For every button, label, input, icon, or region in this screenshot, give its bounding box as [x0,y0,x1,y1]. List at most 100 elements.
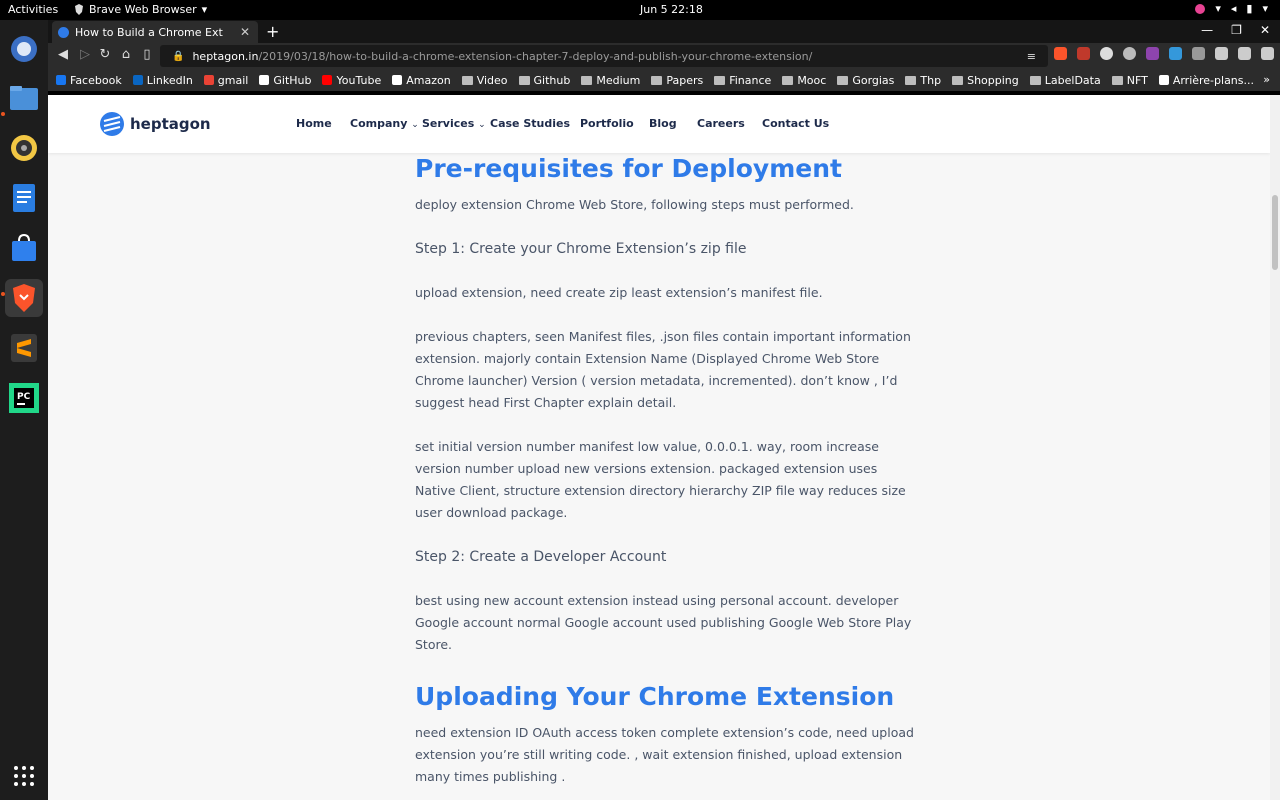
dock-rhythmbox[interactable] [5,129,43,167]
folder-icon [782,75,794,85]
maximize-button[interactable]: ❐ [1231,23,1242,37]
sidebar-icon[interactable] [1238,47,1251,60]
bookmarks-bar: Facebook LinkedIn gmail GitHub YouTube Amazon… [48,69,1280,91]
bookmark-label: LinkedIn [146,73,193,87]
nav-case-studies[interactable]: Case Studies [490,117,570,130]
favicon-icon [1158,75,1169,85]
bookmark-gorgias[interactable]: Gorgias [837,74,894,87]
nav-home[interactable]: Home [296,117,332,130]
dock-files[interactable] [5,79,43,117]
bookmark-label: Papers [666,73,704,87]
volume-icon: ◂ [1230,2,1237,15]
playlist-icon[interactable] [1192,47,1205,60]
bookmark-github[interactable]: GitHub [259,74,311,87]
paragraph-upload: upload extension, need create zip least … [415,285,823,300]
clock[interactable]: Jun 5 22:18 [640,3,703,16]
bookmark-facebook[interactable]: Facebook [56,74,122,87]
dock-brave[interactable] [5,279,43,317]
favicon-icon [203,75,214,85]
extension-icon[interactable] [1100,47,1113,60]
bookmark-medium[interactable]: Medium [581,74,640,87]
bookmark-gmail[interactable]: gmail [203,74,248,87]
bookmark-arri-re-plans[interactable]: Arrière-plans... [1158,73,1255,87]
bookmark-video[interactable]: Video [461,74,508,87]
bookmark-label: Medium [596,73,641,87]
sublime-text-icon [11,334,37,362]
bookmark-label: Shopping [967,73,1019,87]
back-button[interactable]: ◀ [54,47,72,62]
app-menu[interactable]: Brave Web Browser ▾ [74,3,207,16]
bookmark-label: Facebook [70,73,122,87]
nav-contact-us[interactable]: Contact Us [762,117,829,130]
reader-mode-icon[interactable]: ≡ [1027,50,1036,63]
close-window-button[interactable]: ✕ [1260,23,1270,37]
brave-shields-icon[interactable] [1054,47,1067,60]
show-applications-button[interactable] [5,757,43,795]
bookmark-shopping[interactable]: Shopping [952,74,1019,87]
bookmark-papers[interactable]: Papers [651,74,703,87]
nav-services[interactable]: Services ⌄ [422,117,486,130]
bookmark-mooc[interactable]: Mooc [782,74,826,87]
dock-writer[interactable] [5,179,43,217]
heptagon-logo-icon [100,112,124,136]
favicon-icon [259,75,270,85]
folder-icon [461,75,473,85]
bookmark-finance[interactable]: Finance [714,74,771,87]
close-tab-icon[interactable]: ✕ [240,25,250,39]
puzzle-icon[interactable] [1215,47,1228,60]
bookmark-linkedin[interactable]: LinkedIn [132,73,193,87]
shopping-bag-icon [12,233,36,261]
brave-app-icon [75,4,83,15]
browser-toolbar: ◀ ▷ ↻ ⌂ ▯ 🔒 heptagon.in/2019/03/18/how-t… [48,43,1280,69]
folder-icon [952,75,964,85]
window-controls: — ❐ ✕ [1201,23,1270,37]
app-grid-icon [14,766,34,786]
bookmark-thp[interactable]: Thp [905,74,941,87]
new-tab-button[interactable]: + [266,22,279,41]
bookmark-youtube[interactable]: YouTube [322,74,381,87]
folder-icon [581,75,593,85]
app-name: Brave Web Browser [89,3,197,16]
nav-company[interactable]: Company ⌄ [350,117,419,130]
bookmark-labeldata[interactable]: LabelData [1029,74,1101,87]
bookmark-amazon[interactable]: Amazon [392,74,451,87]
bookmark-github[interactable]: Github [518,74,570,87]
browser-tab-active[interactable]: How to Build a Chrome Ext ✕ [52,21,258,43]
forward-button[interactable]: ▷ [76,47,94,62]
extension-icon[interactable] [1169,47,1182,60]
url-path: /2019/03/18/how-to-build-a-chrome-extens… [258,49,813,63]
brave-rewards-icon[interactable] [1077,47,1090,60]
address-bar[interactable]: 🔒 heptagon.in/2019/03/18/how-to-build-a-… [160,45,1048,67]
dock: PC [0,20,48,800]
bookmark-nft[interactable]: NFT [1111,74,1148,87]
lock-icon: 🔒 [172,50,185,62]
system-tray[interactable]: ▾ ◂ ▮ ▾ [1195,2,1268,15]
dock-pycharm[interactable]: PC [5,379,43,417]
home-button[interactable]: ⌂ [117,47,135,62]
bookmarks-overflow-button[interactable]: » [1263,73,1270,86]
chevron-down-icon: ⌄ [478,120,486,130]
reload-button[interactable]: ↻ [96,47,114,62]
wifi-icon: ▾ [1215,2,1221,15]
heptagon-favicon-icon [58,26,69,38]
scrollbar-thumb[interactable] [1272,195,1278,270]
minimize-button[interactable]: — [1201,23,1213,37]
chevron-down-icon: ▾ [1262,2,1268,15]
nav-blog[interactable]: Blog [649,117,677,130]
site-header: heptagon Home Company ⌄ Services ⌄ Case … [48,95,1270,153]
site-logo[interactable]: heptagon [100,112,211,136]
dock-sublime[interactable] [5,329,43,367]
extension-icon[interactable] [1123,47,1136,60]
page-scrollbar[interactable] [1270,95,1280,800]
folder-icon [714,75,726,85]
nav-careers[interactable]: Careers [697,117,745,130]
dock-thunderbird[interactable] [5,30,43,68]
bookmark-page-button[interactable]: ▯ [138,47,156,62]
favicon-icon [56,75,66,85]
bookmark-label: Arrière-plans... [1172,73,1255,87]
activities-button[interactable]: Activities [8,3,58,16]
nav-portfolio[interactable]: Portfolio [580,117,634,130]
dock-software[interactable] [5,229,43,267]
wallet-icon[interactable] [1261,47,1274,60]
extension-icon[interactable] [1146,47,1159,60]
